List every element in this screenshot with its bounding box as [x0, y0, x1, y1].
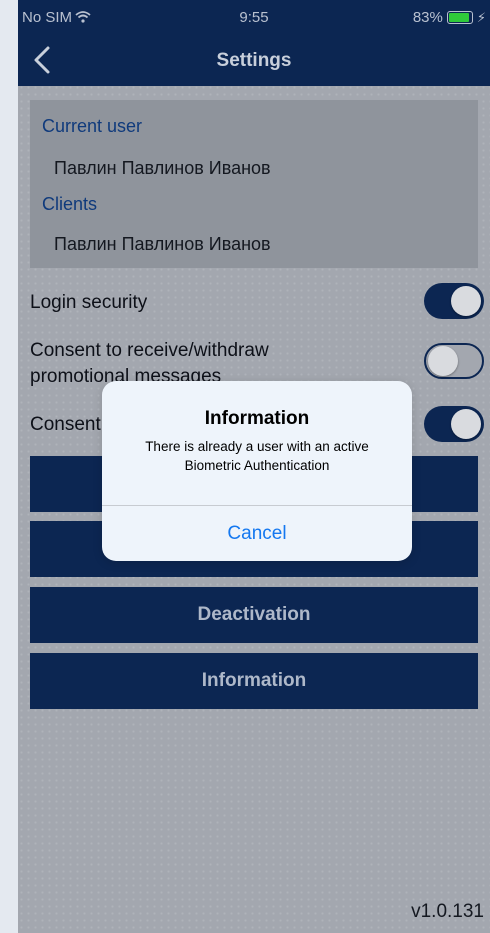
deactivation-button[interactable]: Deactivation — [30, 587, 478, 643]
information-button[interactable]: Information — [30, 653, 478, 709]
battery-percent: 83% — [412, 9, 443, 26]
promotional-consent-toggle[interactable] — [424, 343, 484, 379]
phone-screen: No SIM ​ 9:55 83% ⚡ Settings Current use… — [18, 0, 490, 933]
toggle-knob — [428, 346, 458, 376]
toggle-knob — [451, 286, 481, 316]
current-user-label: Current user — [42, 116, 143, 136]
left-background-strip — [0, 0, 18, 933]
nav-bar: Settings — [18, 36, 490, 86]
dialog-message: There is already a user with an active B… — [145, 439, 369, 473]
information-dialog: Information There is already a user with… — [102, 381, 412, 561]
page-title: Settings — [216, 50, 292, 71]
battery-status: 83% ⚡ — [413, 9, 486, 26]
cancel-button[interactable]: Cancel — [102, 506, 412, 561]
toggle-knob — [451, 409, 481, 439]
consent-label: Consent — [30, 414, 101, 435]
current-user-value: Павлин Павлинов Иванов — [54, 158, 271, 178]
clients-value: Павлин Павлинов Иванов — [54, 234, 271, 254]
charging-icon: ⚡ — [476, 9, 486, 25]
consent-toggle[interactable] — [424, 406, 484, 442]
login-security-toggle[interactable] — [424, 283, 484, 319]
clients-label: Clients — [42, 194, 98, 214]
login-security-label: Login security — [30, 292, 148, 313]
user-info-card: Current user Павлин Павлинов Иванов Clie… — [30, 100, 478, 268]
status-bar: No SIM ​ 9:55 83% ⚡ — [18, 0, 490, 36]
app-version: v1.0.131 — [411, 901, 484, 922]
battery-icon — [446, 11, 473, 24]
dialog-title: Information — [204, 408, 310, 429]
